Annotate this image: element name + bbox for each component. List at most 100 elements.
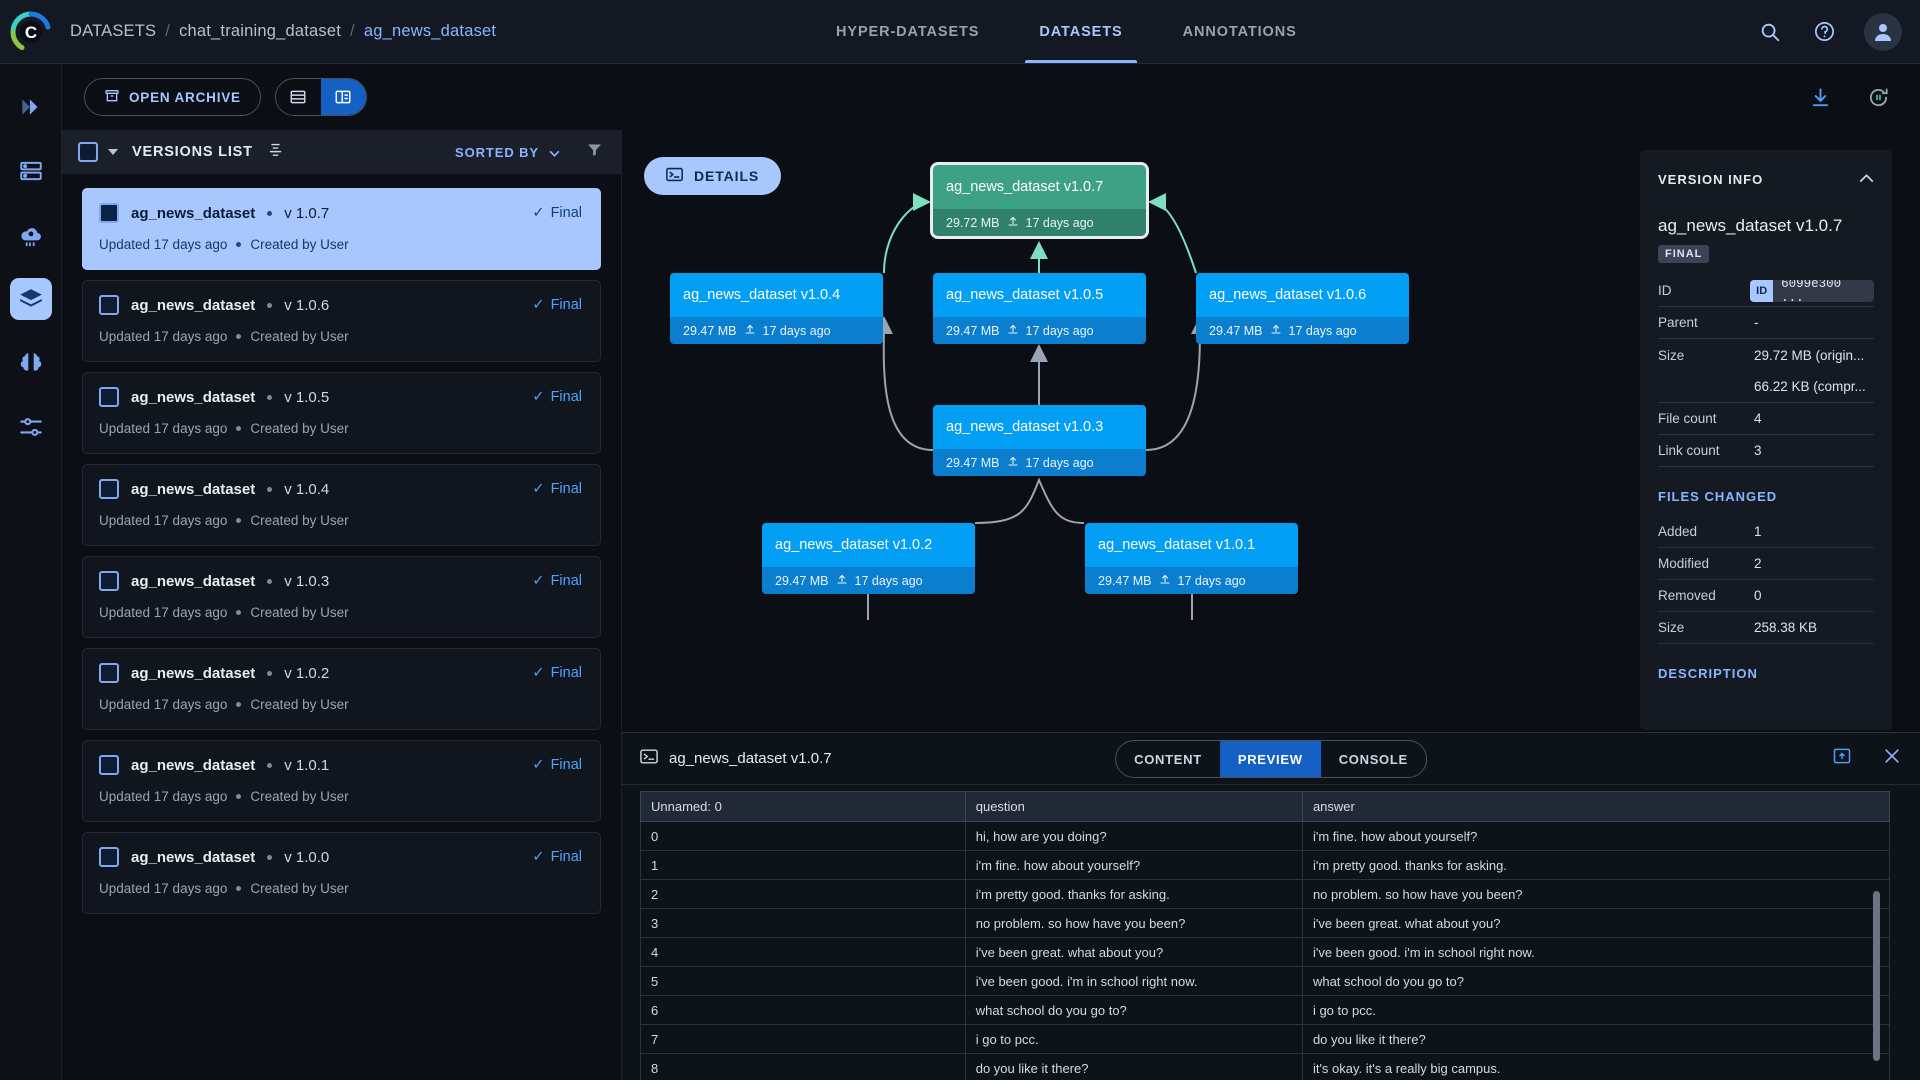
table-row[interactable]: 6 what school do you go to? i go to pcc. (640, 995, 1890, 1025)
info-value: - (1754, 315, 1759, 330)
column-header-question[interactable]: question (964, 791, 1303, 822)
versions-list[interactable]: ag_news_dataset v 1.0.7 ✓ Final Updated … (62, 174, 621, 1080)
version-name: ag_news_dataset (131, 572, 256, 590)
creator-text: Created by User (250, 421, 349, 436)
upload-icon (836, 573, 848, 588)
tab-hyper-datasets[interactable]: HYPER-DATASETS (806, 0, 1009, 63)
row-checkbox[interactable] (99, 295, 119, 315)
list-item[interactable]: ag_news_dataset v 1.0.4 ✓ Final Updated … (82, 464, 601, 546)
preview-table-wrapper[interactable]: Unnamed: 0 question answer 0 hi, how are… (640, 791, 1890, 1080)
graph-node-v103[interactable]: ag_news_dataset v1.0.3 29.47 MB 17 days … (933, 405, 1146, 476)
sidebar-item-workers[interactable] (10, 150, 52, 192)
sidebar-item-datasets[interactable] (9, 278, 52, 320)
app-logo[interactable]: C (0, 0, 62, 64)
version-graph[interactable]: DETAILS ag_news_dataset v1.0.7 29.72 MB … (622, 130, 1632, 730)
select-all-checkbox[interactable] (78, 142, 98, 162)
id-chip[interactable]: ID 6099e300 ... (1750, 279, 1874, 302)
user-avatar-icon[interactable] (1864, 12, 1902, 51)
cell-answer: i've been good. i'm in school right now. (1301, 937, 1890, 967)
row-checkbox[interactable] (99, 387, 119, 407)
tab-console[interactable]: CONSOLE (1321, 741, 1426, 777)
graph-node-v102[interactable]: ag_news_dataset v1.0.2 29.47 MB 17 days … (762, 523, 975, 594)
app-root: C DATASETS / chat_training_dataset / ag_… (0, 0, 1920, 1080)
breadcrumb-item-current[interactable]: ag_news_dataset (364, 22, 496, 41)
status-label: Final (550, 205, 582, 221)
table-row[interactable]: 5 i've been good. i'm in school right no… (640, 966, 1890, 996)
row-checkbox[interactable] (99, 663, 119, 683)
graph-node-meta: 29.47 MB 17 days ago (1085, 567, 1298, 594)
row-checkbox[interactable] (99, 571, 119, 591)
files-changed-rows: Added 1 Modified 2 Removed 0 Size 258.38… (1658, 516, 1874, 644)
table-row[interactable]: 8 do you like it there? it's okay. it's … (640, 1053, 1890, 1080)
row-checkbox[interactable] (99, 847, 119, 867)
graph-node-v107[interactable]: ag_news_dataset v1.0.7 29.72 MB 17 days … (930, 162, 1149, 239)
table-view-icon[interactable] (276, 79, 321, 115)
table-row[interactable]: 3 no problem. so how have you been? i've… (640, 908, 1890, 938)
list-item[interactable]: ag_news_dataset v 1.0.6 ✓ Final Updated … (82, 280, 601, 362)
search-icon[interactable] (1756, 18, 1784, 46)
table-row[interactable]: 2 i'm pretty good. thanks for asking. no… (640, 879, 1890, 909)
list-item[interactable]: ag_news_dataset v 1.0.7 ✓ Final Updated … (82, 188, 601, 270)
details-button[interactable]: DETAILS (644, 157, 782, 195)
breadcrumb-item-project[interactable]: chat_training_dataset (179, 22, 341, 41)
column-header-answer[interactable]: answer (1301, 791, 1890, 822)
info-value: 258.38 KB (1754, 620, 1818, 635)
version-info-name: ag_news_dataset v1.0.7 (1658, 216, 1843, 235)
sidebar-item-autoscaler[interactable] (10, 214, 52, 256)
list-item[interactable]: ag_news_dataset v 1.0.1 ✓ Final Updated … (82, 740, 601, 822)
tab-content[interactable]: CONTENT (1116, 741, 1220, 777)
chevron-down-icon[interactable] (108, 149, 118, 155)
cell-index: 6 (640, 995, 966, 1025)
table-row[interactable]: 7 i go to pcc. do you like it there? (640, 1024, 1890, 1054)
download-icon[interactable] (1806, 83, 1834, 111)
chevron-up-icon[interactable] (1859, 170, 1874, 188)
row-checkbox[interactable] (99, 203, 119, 223)
table-row[interactable]: 0 hi, how are you doing? i'm fine. how a… (640, 821, 1890, 851)
node-time: 17 days ago (1025, 455, 1094, 470)
tab-datasets[interactable]: DATASETS (1009, 0, 1152, 63)
open-archive-button[interactable]: OPEN ARCHIVE (84, 78, 261, 116)
filter-icon[interactable] (586, 141, 603, 163)
svg-text:C: C (25, 23, 37, 42)
version-name: ag_news_dataset (131, 296, 256, 314)
graph-node-v106[interactable]: ag_news_dataset v1.0.6 29.47 MB 17 days … (1196, 273, 1409, 344)
compare-icon[interactable] (267, 141, 284, 163)
upload-icon (1007, 323, 1019, 338)
separator-dot (236, 702, 242, 707)
tab-preview[interactable]: PREVIEW (1219, 741, 1321, 777)
graph-node-v105[interactable]: ag_news_dataset v1.0.5 29.47 MB 17 days … (933, 273, 1146, 344)
sidebar-item-settings[interactable] (10, 406, 52, 448)
refresh-icon[interactable] (1864, 83, 1892, 111)
updated-text: Updated 17 days ago (99, 789, 228, 804)
list-item[interactable]: ag_news_dataset v 1.0.0 ✓ Final Updated … (82, 832, 601, 914)
info-key: Link count (1658, 443, 1720, 458)
cell-index: 8 (640, 1053, 966, 1080)
expand-icon[interactable] (1832, 746, 1852, 771)
table-row[interactable]: 1 i'm fine. how about yourself? i'm pret… (640, 850, 1890, 880)
versions-list-title: VERSIONS LIST (132, 144, 253, 160)
breadcrumb-item-datasets[interactable]: DATASETS (70, 22, 156, 41)
sidebar-item-models[interactable] (10, 342, 52, 384)
list-item[interactable]: ag_news_dataset v 1.0.2 ✓ Final Updated … (82, 648, 601, 730)
row-checkbox[interactable] (99, 755, 119, 775)
sorted-by-dropdown[interactable]: SORTED BY (455, 145, 560, 160)
tab-annotations[interactable]: ANNOTATIONS (1153, 0, 1327, 63)
table-row[interactable]: 4 i've been great. what about you? i've … (640, 937, 1890, 967)
files-row-added: Added 1 (1658, 516, 1874, 548)
help-icon[interactable] (1810, 18, 1838, 46)
node-size: 29.47 MB (1098, 573, 1152, 588)
list-item[interactable]: ag_news_dataset v 1.0.5 ✓ Final Updated … (82, 372, 601, 454)
preview-scrollbar[interactable] (1873, 891, 1880, 1061)
status-badge: ✓ Final (532, 573, 582, 589)
close-icon[interactable] (1882, 746, 1902, 771)
list-item[interactable]: ag_news_dataset v 1.0.3 ✓ Final Updated … (82, 556, 601, 638)
column-header-index[interactable]: Unnamed: 0 (640, 791, 966, 822)
sidebar-item-pipelines[interactable] (10, 86, 52, 128)
row-checkbox[interactable] (99, 479, 119, 499)
graph-node-v104[interactable]: ag_news_dataset v1.0.4 29.47 MB 17 days … (670, 273, 883, 344)
separator-dot (236, 242, 242, 247)
split-view-icon[interactable] (320, 79, 366, 115)
creator-text: Created by User (250, 329, 349, 344)
graph-node-title: ag_news_dataset v1.0.5 (933, 273, 1146, 317)
graph-node-v101[interactable]: ag_news_dataset v1.0.1 29.47 MB 17 days … (1085, 523, 1298, 594)
